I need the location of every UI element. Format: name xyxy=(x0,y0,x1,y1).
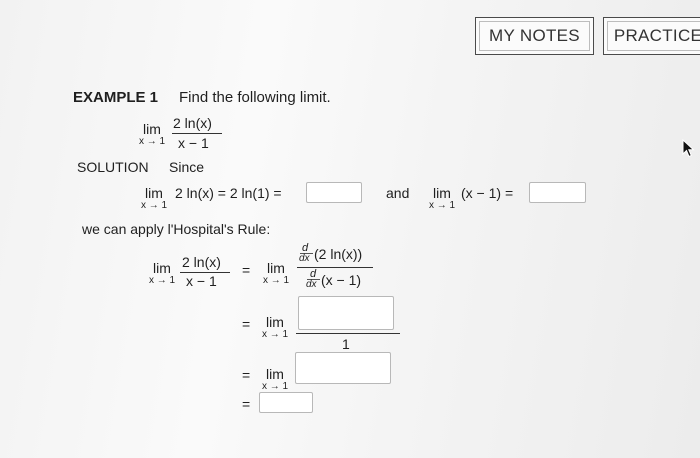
my-notes-button[interactable]: MY NOTES xyxy=(475,17,594,55)
limit-6: lim x → 1 xyxy=(259,367,291,392)
equals-3: = xyxy=(242,367,251,383)
dx-numerator: dx xyxy=(299,253,310,264)
lim-text: lim xyxy=(267,260,285,276)
limit-5: lim x → 1 xyxy=(259,315,291,340)
lim-approach: x → 1 xyxy=(261,381,289,392)
lim-approach: x → 1 xyxy=(140,200,168,211)
limit-1: lim x → 1 xyxy=(138,186,170,211)
example-denominator: x − 1 xyxy=(178,135,209,151)
derivative-denominator: (x − 1) xyxy=(321,272,362,288)
lim-approach: x → 1 xyxy=(138,136,166,147)
since-text: Since xyxy=(169,159,205,175)
equals-1: = xyxy=(242,262,251,278)
lim-text: lim xyxy=(433,185,451,201)
and-text: and xyxy=(386,185,410,201)
answer-box-1[interactable] xyxy=(306,182,362,203)
equals-2: = xyxy=(242,316,251,332)
lim-text: lim xyxy=(266,314,284,330)
limit-4: lim x → 1 xyxy=(260,261,292,286)
answer-box-4[interactable] xyxy=(295,352,391,384)
limit-3: lim x → 1 xyxy=(146,261,178,286)
limit-1-expression: 2 ln(x) = 2 ln(1) = xyxy=(175,185,282,201)
equals-4: = xyxy=(242,396,251,412)
lim-text: lim xyxy=(145,185,163,201)
example-limit: lim x → 1 xyxy=(136,122,168,147)
lim-text: lim xyxy=(266,366,284,382)
dx-denominator: dx xyxy=(306,279,317,290)
d-numerator: d xyxy=(302,242,309,254)
numerator-2: 2 ln(x) xyxy=(182,254,221,270)
example-instruction: Find the following limit. xyxy=(179,89,331,106)
lim-approach: x → 1 xyxy=(261,329,289,340)
lim-text: lim xyxy=(143,121,161,137)
d-denominator: d xyxy=(310,268,317,280)
fraction-bar-3 xyxy=(297,267,373,268)
lim-approach: x → 1 xyxy=(148,275,176,286)
answer-box-5[interactable] xyxy=(259,392,313,413)
derivative-numerator: (2 ln(x)) xyxy=(314,246,363,262)
lim-approach: x → 1 xyxy=(262,275,290,286)
limit-2-expression: (x − 1) = xyxy=(461,185,514,201)
denominator-2: x − 1 xyxy=(186,273,217,289)
practice-label: PRACTICE xyxy=(613,26,700,45)
mouse-cursor-icon xyxy=(682,139,695,158)
fraction-bar-4 xyxy=(296,333,400,334)
solution-label: SOLUTION xyxy=(77,159,149,175)
example-label: EXAMPLE 1 xyxy=(73,89,159,106)
example-fraction-bar xyxy=(172,133,222,134)
practice-button[interactable]: PRACTICE xyxy=(603,17,700,55)
answer-box-2[interactable] xyxy=(529,182,586,203)
answer-box-3[interactable] xyxy=(298,296,394,330)
lim-approach: x → 1 xyxy=(428,200,456,211)
example-numerator: 2 ln(x) xyxy=(173,115,212,131)
lim-text: lim xyxy=(153,260,171,276)
apply-text: we can apply l'Hospital's Rule: xyxy=(82,221,271,237)
limit-2: lim x → 1 xyxy=(426,186,458,211)
denominator-one: 1 xyxy=(342,336,350,352)
my-notes-label: MY NOTES xyxy=(489,26,580,45)
